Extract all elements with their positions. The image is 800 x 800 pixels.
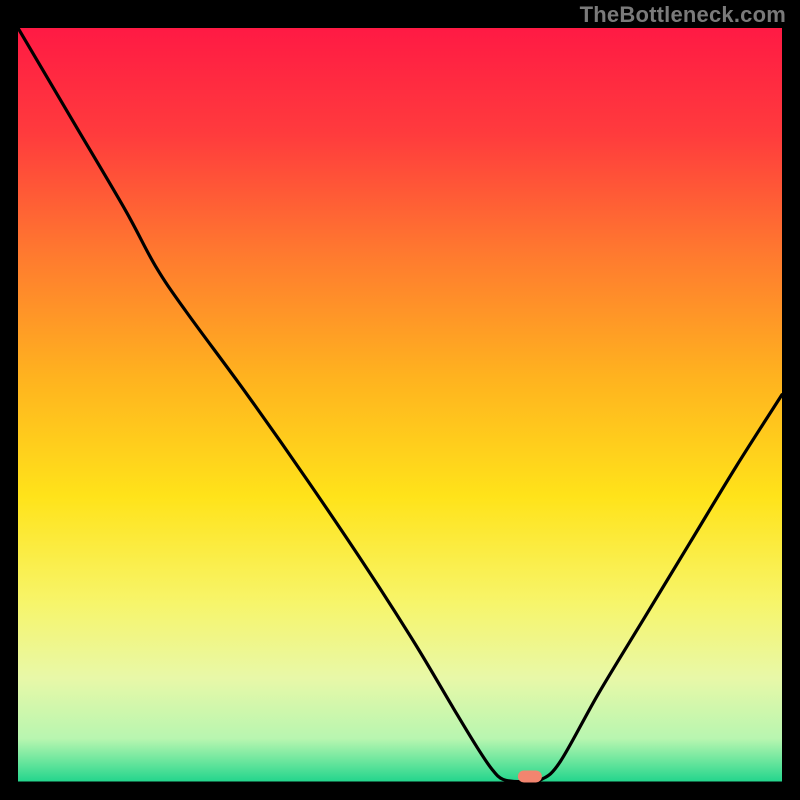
bottleneck-chart bbox=[18, 28, 782, 784]
optimal-point-marker bbox=[518, 770, 542, 782]
plot-area bbox=[18, 28, 782, 784]
gradient-background bbox=[18, 28, 782, 784]
chart-frame: TheBottleneck.com bbox=[0, 0, 800, 800]
watermark-label: TheBottleneck.com bbox=[580, 2, 786, 28]
